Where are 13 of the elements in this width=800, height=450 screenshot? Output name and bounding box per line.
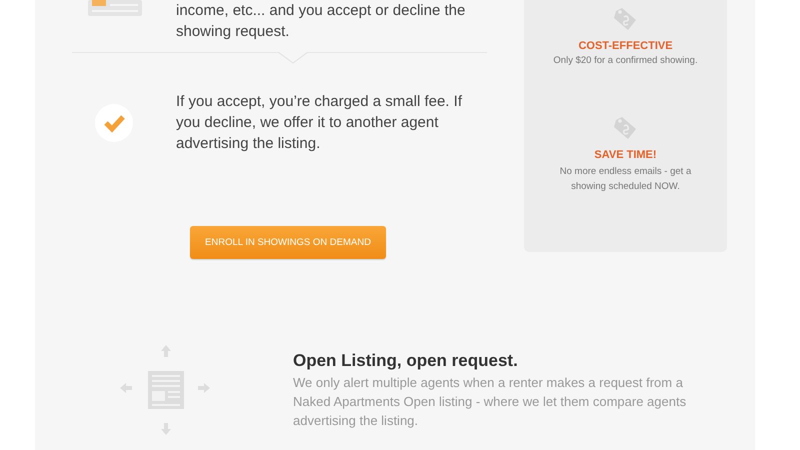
enroll-button[interactable]: ENROLL IN SHOWINGS ON DEMAND: [190, 226, 386, 259]
benefit-title: SAVE TIME!: [594, 149, 657, 161]
benefit-text: No more endless emails - get a showing scheduled NOW.: [558, 165, 692, 194]
benefit-text: Only $20 for a confirmed showing.: [552, 55, 699, 67]
price-tag-icon: [612, 6, 638, 32]
check-icon: [95, 104, 133, 142]
step-text: income, etc... and you accept or decline the showing request.: [176, 1, 466, 42]
open-listing-title: Open Listing, open request.: [293, 351, 519, 371]
step-text: If you accept, you’re charged a small fee. If you decline, we offer it to another agent advertising the listing.: [176, 92, 463, 154]
document-arrows-icon: [120, 345, 212, 435]
price-tag-icon: [612, 115, 638, 141]
benefit-title: COST-EFFECTIVE: [578, 40, 673, 52]
open-listing-text: We only alert multiple agents when a renter makes a request from a Naked Apartments Open listing - where we let them compare agents advertising the listing.: [293, 374, 688, 430]
